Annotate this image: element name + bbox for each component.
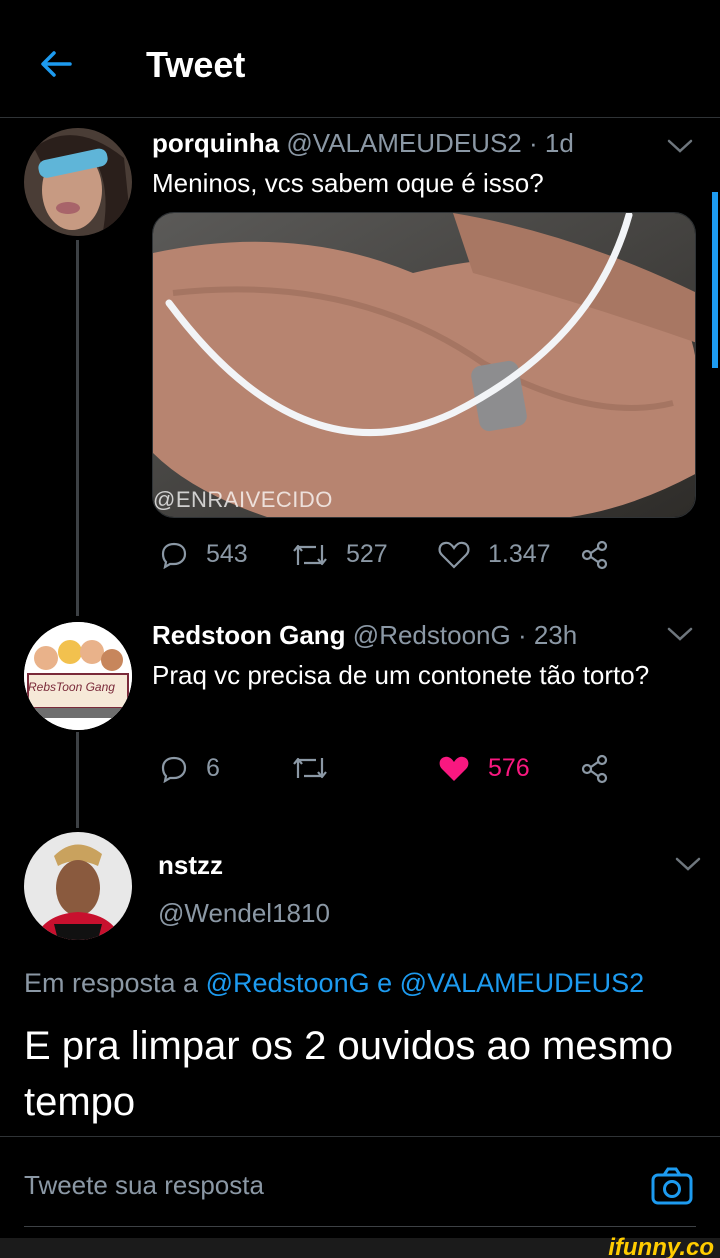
media-watermark: @ENRAIVECIDO [153,487,333,512]
user-handle: @RedstoonG [352,620,511,650]
thread-line [76,240,79,616]
reply-icon [161,756,187,783]
avatar-logo-text: RebsToon Gang [28,680,115,694]
camera-icon[interactable] [650,1166,694,1206]
scrollbar[interactable] [712,192,718,368]
tweet-time: · 23h [517,620,578,650]
share-icon[interactable] [580,540,610,570]
top-bar: Tweet [0,0,720,118]
share-icon[interactable] [580,754,610,784]
avatar[interactable]: RebsToon Gang [24,622,132,730]
input-underline [24,1226,696,1227]
user-handle: @VALAMEUDEUS2 [286,128,522,158]
page-title: Tweet [146,44,246,85]
tweet-text: Meninos, vcs sabem oque é isso? [152,168,544,198]
heart-icon [438,541,470,569]
main-tweet-text: E pra limpar os 2 ouvidos ao mesmo tempo [24,1024,674,1124]
main-tweet-handle: @Wendel1810 [158,898,330,928]
tweet-header: porquinha @VALAMEUDEUS2 · 1d [152,128,574,159]
reply-icon [161,542,187,569]
mention-link[interactable]: @VALAMEUDEUS2 [400,968,644,998]
tweet-media-image[interactable]: @ENRAIVECIDO [152,212,696,518]
like-button[interactable]: 576 [438,754,530,783]
like-count: 576 [488,754,530,782]
main-tweet-name[interactable]: nstzz [158,850,223,881]
thread-line [76,732,79,828]
chevron-down-icon[interactable] [674,854,702,874]
reply-button[interactable]: 543 [160,540,248,569]
back-arrow-icon[interactable] [36,44,76,84]
reply-button[interactable]: 6 [160,754,220,783]
mention-link[interactable]: @RedstoonG [206,968,370,998]
like-button[interactable]: 1.347 [438,540,551,569]
retweet-icon [293,544,327,565]
reply-input[interactable]: Tweete sua resposta [24,1170,264,1201]
heart-icon [439,756,469,781]
avatar[interactable] [24,128,132,236]
display-name[interactable]: Redstoon Gang [152,620,346,650]
avatar[interactable] [24,832,132,940]
site-watermark: ifunny.co [608,1234,714,1258]
reply-count: 543 [206,540,248,568]
tweet-text: Praq vc precisa de um contonete tão tort… [152,660,650,690]
divider [0,1136,720,1137]
retweet-count: 527 [346,540,388,568]
chevron-down-icon[interactable] [666,136,694,156]
like-count: 1.347 [488,540,551,568]
retweet-button[interactable] [292,754,346,782]
reply-count: 6 [206,754,220,782]
retweet-button[interactable]: 527 [292,540,388,569]
reply-context: Em resposta a @RedstoonG e @VALAMEUDEUS2 [24,968,645,998]
tweet-time: · 1d [528,128,574,158]
tweet-header: Redstoon Gang @RedstoonG · 23h [152,620,577,651]
retweet-icon [293,757,327,779]
chevron-down-icon[interactable] [666,624,694,644]
display-name[interactable]: porquinha [152,128,279,158]
